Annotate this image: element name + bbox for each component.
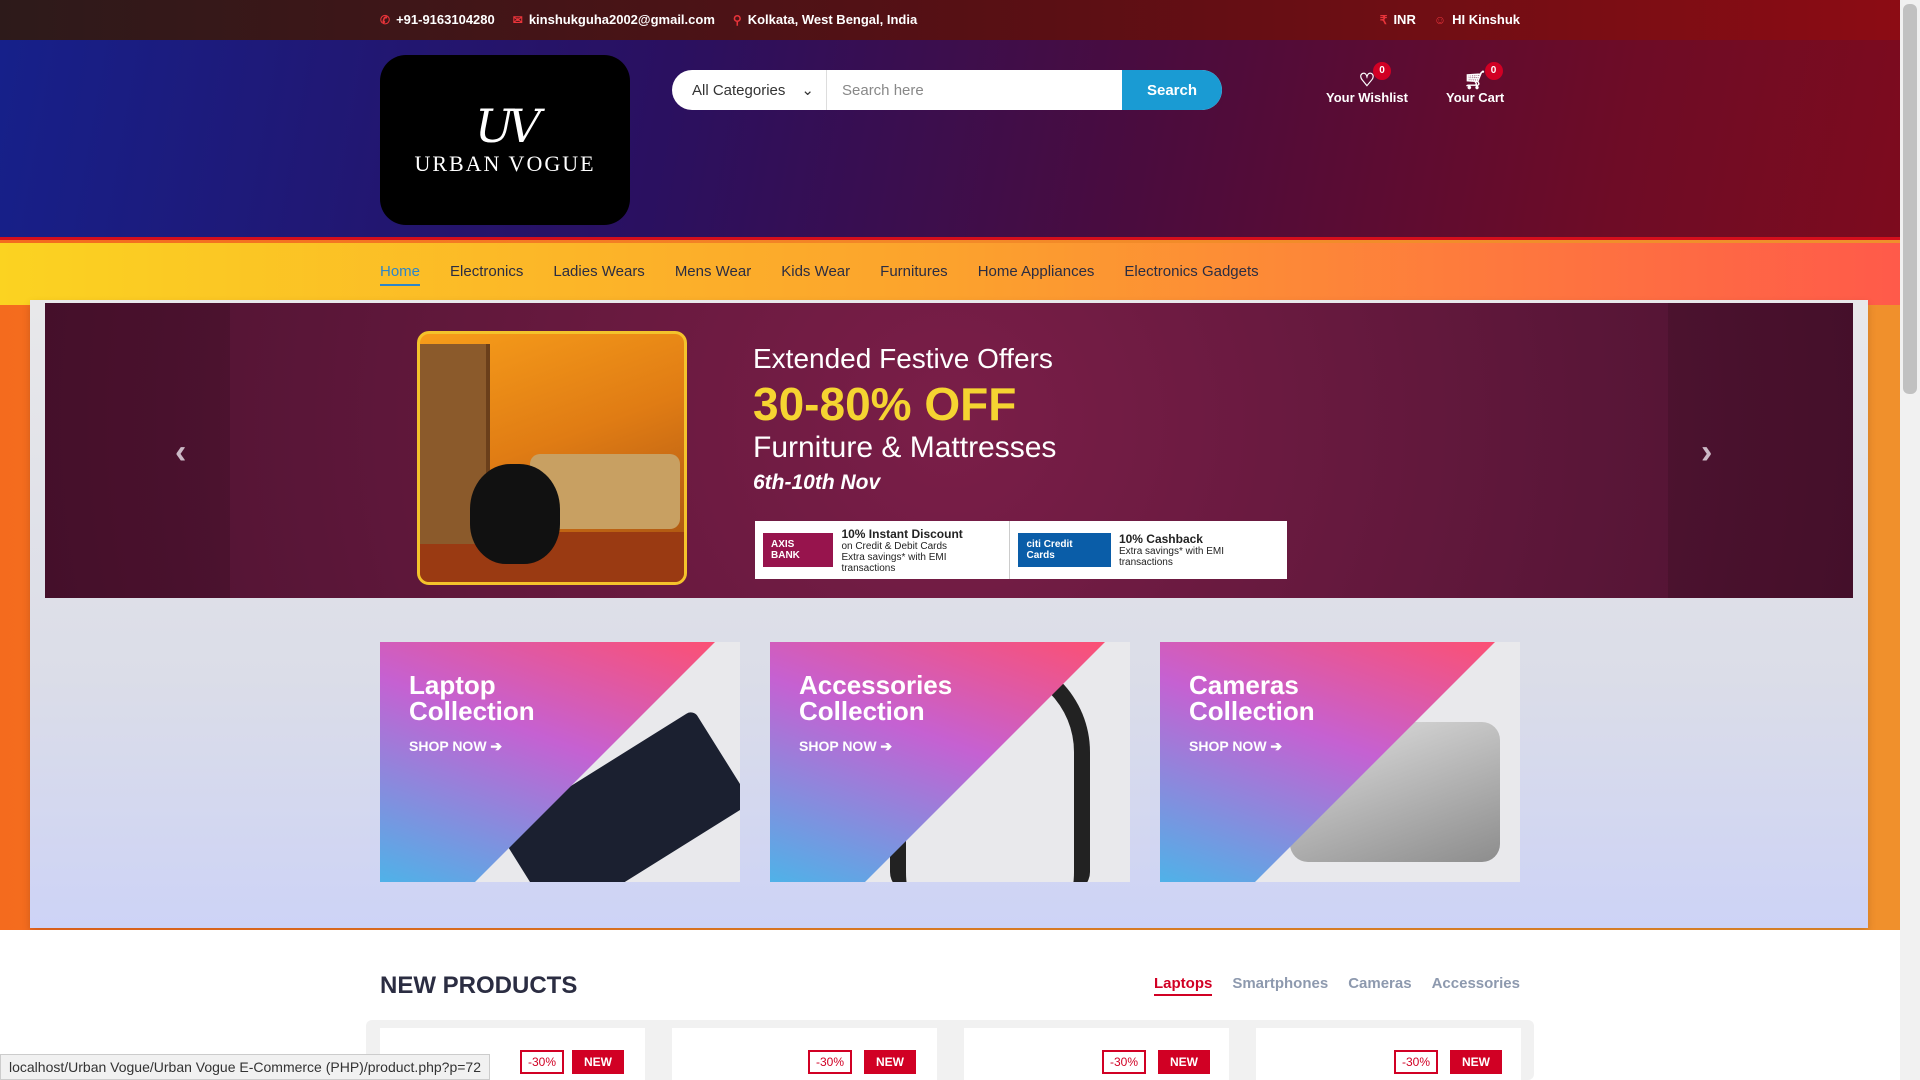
category-select-value: All Categories: [692, 81, 786, 99]
envelope-icon: ✉: [512, 12, 523, 27]
image-beanbag: [470, 464, 560, 564]
cart-label: Your Cart: [1446, 90, 1505, 105]
new-badge: NEW: [864, 1050, 916, 1074]
slide-caption: Extended Festive Offers 30-80% OFF Furni…: [753, 343, 1056, 495]
arrow-circle-right-icon: ➔: [880, 738, 893, 754]
shop-now-link[interactable]: SHOP NOW ➔: [799, 738, 892, 755]
tab-laptops[interactable]: Laptops: [1154, 975, 1213, 996]
card-title: Cameras Collection: [1189, 670, 1315, 726]
new-products-tabs: Laptops Smartphones Cameras Accessories: [1154, 975, 1520, 996]
phone-text: +91-9163104280: [396, 12, 495, 27]
tab-accessories[interactable]: Accessories: [1432, 975, 1520, 996]
wishlist-label: Your Wishlist: [1326, 90, 1408, 105]
shop-now-link[interactable]: SHOP NOW ➔: [1189, 738, 1282, 755]
new-badge: NEW: [1450, 1050, 1502, 1074]
search-button[interactable]: Search: [1122, 70, 1222, 110]
card-title: Laptop Collection: [409, 670, 535, 726]
scrollbar-thumb[interactable]: [1903, 4, 1917, 394]
nav-item-home-appliances[interactable]: Home Appliances: [978, 263, 1095, 286]
axis-offer-sub: on Credit & Debit Cards: [841, 540, 948, 552]
phone-contact[interactable]: ✆ +91-9163104280: [380, 12, 495, 27]
nav-item-electronics[interactable]: Electronics: [450, 263, 523, 286]
currency-selector[interactable]: ₹ INR: [1380, 12, 1416, 27]
axis-offer-title: 10% Instant Discount: [841, 526, 963, 541]
promo-carousel: ‹ › Extended Festive Offers 30-80% OFF F…: [45, 303, 1853, 598]
slide-dates: 6th-10th Nov: [753, 471, 881, 494]
vertical-scrollbar[interactable]: [1900, 0, 1920, 1080]
arrow-circle-right-icon: ➔: [1270, 738, 1283, 754]
sale-badge: -30%: [1394, 1050, 1439, 1074]
chevron-down-icon: ⌄: [801, 82, 814, 99]
nav-item-ladies-wears[interactable]: Ladies Wears: [553, 263, 644, 286]
wishlist-count-badge: 0: [1373, 62, 1392, 80]
logo-monogram: UV: [475, 99, 541, 153]
sale-badge: -30%: [808, 1050, 853, 1074]
citi-bank-logo: citi Credit Cards: [1018, 533, 1111, 567]
tab-smartphones[interactable]: Smartphones: [1232, 975, 1328, 996]
user-account[interactable]: ☺ HI Kinshuk: [1434, 12, 1520, 27]
axis-offer-sub2: Extra savings* with EMI transactions: [841, 551, 947, 574]
user-icon: ☺: [1433, 12, 1447, 27]
location-text: Kolkata, West Bengal, India: [747, 12, 918, 27]
location-contact[interactable]: ⚲ Kolkata, West Bengal, India: [733, 12, 917, 27]
axis-bank-offer: AXIS BANK 10% Instant Discount on Credit…: [755, 521, 1009, 579]
carousel-next-arrow-icon[interactable]: ›: [1701, 433, 1712, 472]
shop-now-link[interactable]: SHOP NOW ➔: [409, 738, 502, 755]
citi-offer-title: 10% Cashback: [1118, 532, 1203, 546]
site-logo[interactable]: UV URBAN VOGUE: [380, 55, 630, 225]
carousel-left-fade: [45, 303, 230, 598]
slide-category: Furniture & Mattresses: [753, 431, 1057, 464]
carousel-right-fade: [1668, 303, 1853, 598]
search-form: All Categories ⌄ Search: [672, 70, 1222, 110]
logo-name: URBAN VOGUE: [414, 151, 596, 176]
slide-heading: Extended Festive Offers: [753, 343, 1053, 374]
furniture-banner-image: [417, 331, 687, 585]
new-badge: NEW: [572, 1050, 624, 1074]
citi-bank-offer: citi Credit Cards 10% Cashback Extra sav…: [1009, 521, 1287, 579]
bank-offers-strip: AXIS BANK 10% Instant Discount on Credit…: [755, 521, 1287, 579]
arrow-circle-right-icon: ➔: [490, 738, 503, 754]
currency-text: INR: [1393, 12, 1416, 27]
email-contact[interactable]: ✉ kinshukguha2002@gmail.com: [513, 12, 715, 27]
new-products-title: NEW PRODUCTS: [380, 972, 578, 999]
wishlist-link[interactable]: ♡ 0 Your Wishlist: [1326, 62, 1408, 105]
search-input[interactable]: [827, 70, 1122, 110]
top-info-bar: ✆ +91-9163104280 ✉ kinshukguha2002@gmail…: [0, 0, 1900, 40]
axis-bank-logo: AXIS BANK: [763, 533, 834, 567]
email-text: kinshukguha2002@gmail.com: [528, 12, 715, 27]
browser-status-url: localhost/Urban Vogue/Urban Vogue E-Comm…: [0, 1054, 490, 1080]
nav-item-mens-wear[interactable]: Mens Wear: [675, 263, 751, 286]
tab-cameras[interactable]: Cameras: [1348, 975, 1411, 996]
new-badge: NEW: [1158, 1050, 1210, 1074]
nav-item-furnitures[interactable]: Furnitures: [880, 263, 948, 286]
shopping-cart-icon: 🛒︎ 0: [1464, 62, 1503, 90]
phone-icon: ✆: [380, 12, 391, 27]
sale-badge: -30%: [520, 1050, 565, 1074]
map-marker-icon: ⚲: [732, 12, 742, 27]
cameras-collection-card[interactable]: Cameras Collection SHOP NOW ➔: [1160, 642, 1520, 882]
slide-discount: 30-80% OFF: [753, 378, 1017, 430]
sale-badge: -30%: [1102, 1050, 1147, 1074]
cart-link[interactable]: 🛒︎ 0 Your Cart: [1446, 62, 1505, 105]
heart-icon: ♡ 0: [1359, 62, 1392, 90]
rupee-icon: ₹: [1379, 12, 1388, 27]
nav-item-kids-wear[interactable]: Kids Wear: [781, 263, 850, 286]
main-navigation: Home Electronics Ladies Wears Mens Wear …: [0, 243, 1900, 305]
accessories-collection-card[interactable]: Accessories Collection SHOP NOW ➔: [770, 642, 1130, 882]
cart-count-badge: 0: [1484, 62, 1503, 80]
site-header: UV URBAN VOGUE All Categories ⌄ Search ♡…: [0, 40, 1900, 240]
carousel-prev-arrow-icon[interactable]: ‹: [175, 433, 186, 472]
nav-item-electronics-gadgets[interactable]: Electronics Gadgets: [1124, 263, 1258, 286]
greeting-text: HI Kinshuk: [1452, 12, 1520, 27]
nav-item-home[interactable]: Home: [380, 263, 421, 286]
category-select[interactable]: All Categories ⌄: [672, 70, 827, 110]
laptop-collection-card[interactable]: Laptop Collection SHOP NOW ➔: [380, 642, 740, 882]
citi-offer-sub: Extra savings* with EMI transactions: [1118, 546, 1224, 568]
card-title: Accessories Collection: [799, 670, 953, 726]
